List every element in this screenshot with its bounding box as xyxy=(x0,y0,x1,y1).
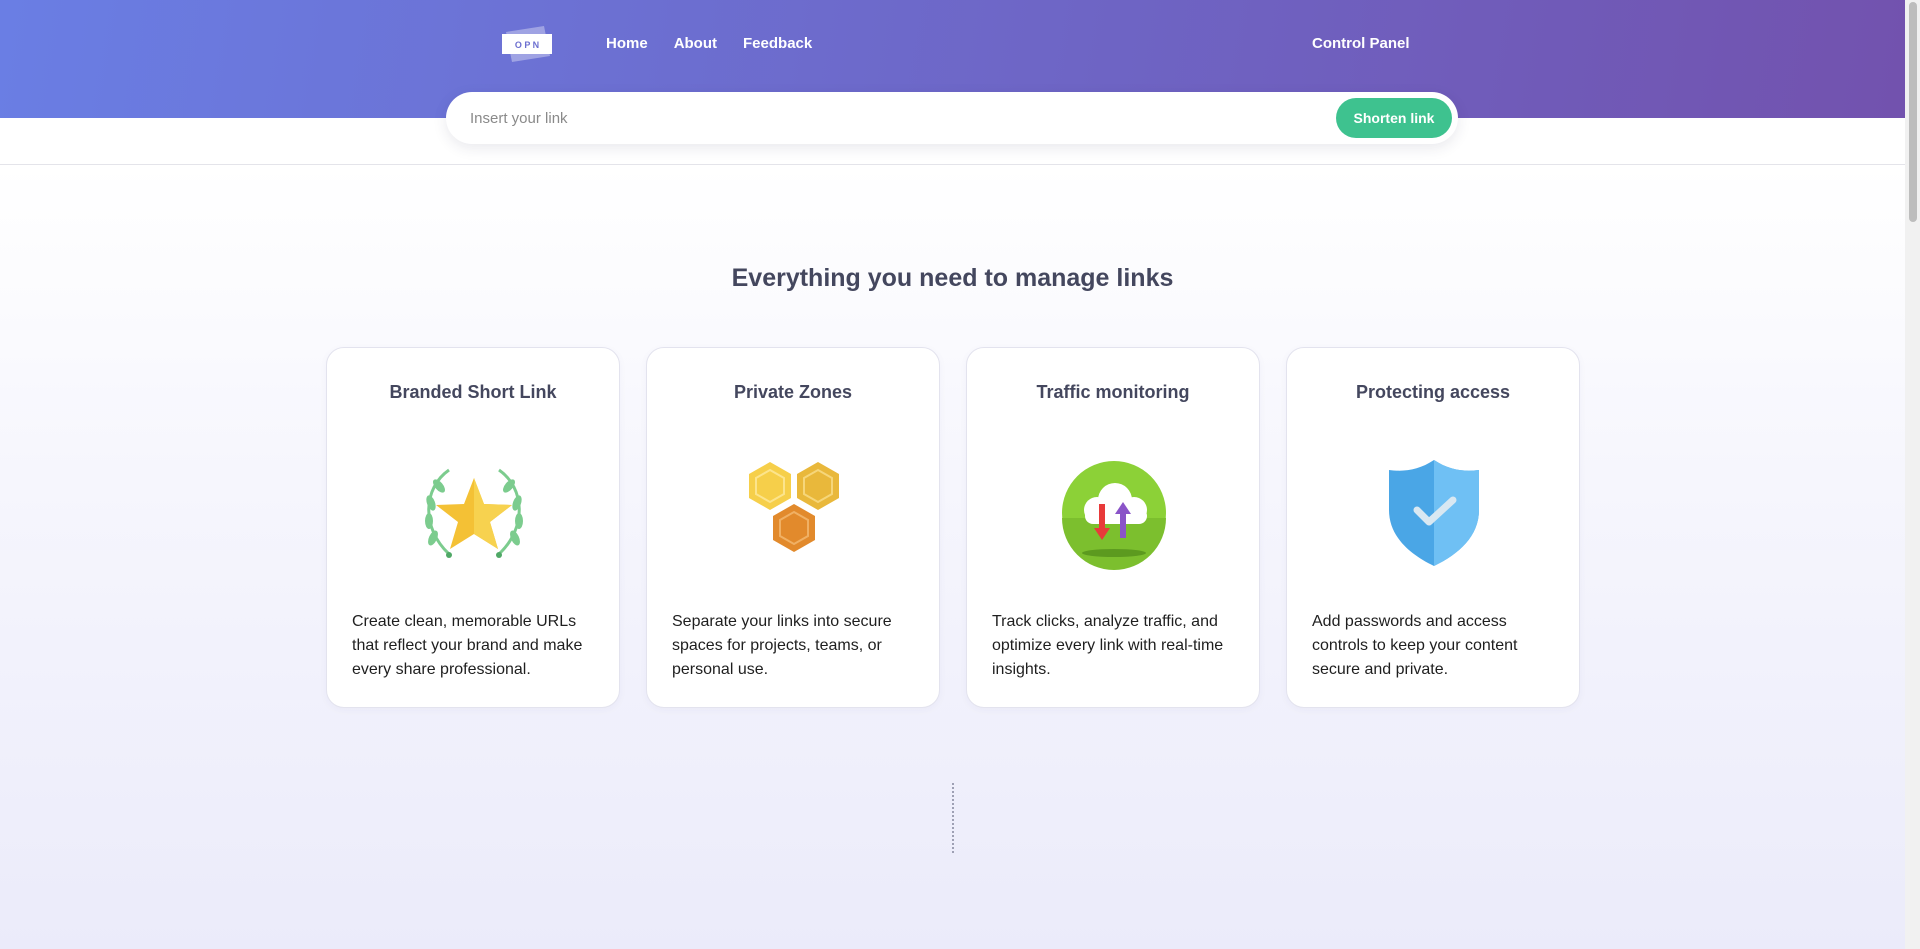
card-title: Private Zones xyxy=(733,382,853,402)
features-title: Everything you need to manage links xyxy=(731,264,1174,292)
shield-check-icon xyxy=(1389,460,1479,566)
main-nav: Home About Feedback xyxy=(606,35,838,52)
control-panel-link[interactable]: Control Panel xyxy=(1312,35,1410,52)
card-description: Track clicks, analyze traffic, and optim… xyxy=(992,613,1224,678)
shorten-link-button[interactable]: Shorten link xyxy=(1336,98,1452,138)
nav-about[interactable]: About xyxy=(674,35,717,52)
feature-card-private-zones: Private Zones Separate your links into s… xyxy=(646,347,940,708)
card-description: Create clean, memorable URLs that reflec… xyxy=(352,613,583,678)
scroll-indicator xyxy=(952,783,954,853)
honeycomb-icon xyxy=(749,462,839,552)
card-description: Add passwords and access controls to kee… xyxy=(1312,613,1518,678)
card-title: Traffic monitoring xyxy=(1036,382,1190,402)
logo-text: O P N xyxy=(515,40,539,50)
card-title: Branded Short Link xyxy=(389,382,557,402)
laurel-star-icon xyxy=(425,468,523,558)
opn-logo[interactable]: O P N xyxy=(500,26,554,62)
link-input[interactable] xyxy=(470,106,1270,130)
features-section: Everything you need to manage links Bran… xyxy=(0,165,1905,949)
feature-card-protecting-access: Protecting access Add passwords and acce… xyxy=(1286,347,1580,708)
cloud-traffic-icon xyxy=(1062,461,1166,570)
nav-feedback[interactable]: Feedback xyxy=(743,35,812,52)
nav-home[interactable]: Home xyxy=(606,35,648,52)
feature-card-branded-short-link: Branded Short Link Create clean, memorab… xyxy=(326,347,620,708)
card-title: Protecting access xyxy=(1355,382,1511,402)
scrollbar-thumb[interactable] xyxy=(1909,2,1917,222)
page-scrollbar[interactable] xyxy=(1905,0,1920,949)
card-description: Separate your links into secure spaces f… xyxy=(672,613,892,678)
feature-card-traffic-monitoring: Traffic monitoring Track clicks, analyze… xyxy=(966,347,1260,708)
header-divider xyxy=(0,164,1905,165)
link-shortener-bar: Shorten link xyxy=(446,92,1458,144)
